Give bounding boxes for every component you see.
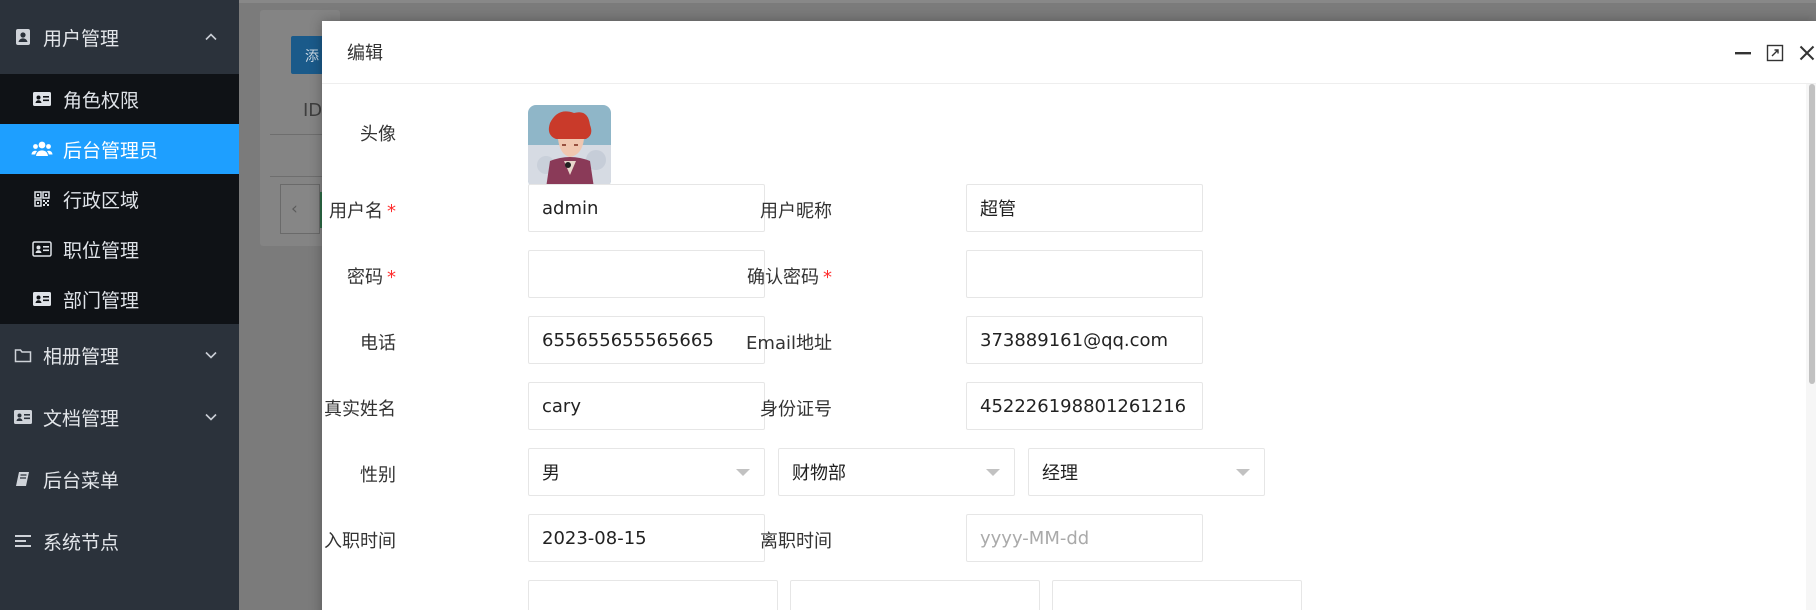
password-label: 密码 * [206,263,396,289]
sidebar-item-label: 职位管理 [63,239,140,262]
nickname-input[interactable]: 超管 [966,184,1203,232]
leave-date-input[interactable]: yyyy-MM-dd [966,514,1203,562]
folder-icon [13,345,33,365]
email-label: Email地址 [642,329,832,355]
email-input[interactable]: 373889161@qq.com [966,316,1203,364]
hire-date-label: 入职时间 [206,527,396,553]
gender-select[interactable]: 男 [528,448,765,496]
idcard-input[interactable]: 452226198801261216 [966,382,1203,430]
partial-input[interactable] [528,580,778,610]
phone-label: 电话 [206,329,396,355]
user-card-icon [13,27,33,47]
sidebar-item-positions[interactable]: 职位管理 [0,224,239,274]
department-select[interactable]: 财物部 [778,448,1015,496]
sidebar-group-label: 用户管理 [43,27,120,50]
edit-dialog: 编辑 头像 用户名 * admin 用户昵称 超管 密码 * 确认密码 * 电话… [322,21,1816,610]
avatar-label-text: 头像 [360,124,396,145]
nickname-label-text: 用户昵称 [760,201,832,222]
maximize-icon[interactable] [1766,44,1784,62]
sidebar-group-label: 相册管理 [43,345,120,368]
password-label-text: 密码 [347,267,383,288]
department-select-value: 财物部 [792,463,846,484]
chevron-up-icon [201,27,221,47]
caret-down-icon [986,469,1000,476]
partial-input[interactable] [1052,580,1302,610]
sidebar-group-label: 文档管理 [43,407,120,430]
username-label-text: 用户名 [329,201,383,222]
dialog-scrollbar[interactable] [1806,84,1816,610]
sidebar-item-label: 后台管理员 [63,139,159,162]
dialog-header: 编辑 [322,21,1816,84]
qrcode-icon [31,189,53,209]
sidebar-item-label: 部门管理 [63,289,140,312]
close-icon[interactable] [1798,44,1816,62]
confirm-password-input[interactable] [966,250,1203,298]
partial-input[interactable] [790,580,1040,610]
nickname-label: 用户昵称 [642,197,832,223]
list-icon [13,531,33,551]
background-id-header: ID [303,100,323,121]
sidebar-group-label: 系统节点 [43,531,120,554]
sidebar-item-departments[interactable]: 部门管理 [0,274,239,324]
phone-label-text: 电话 [360,333,396,354]
avatar-label: 头像 [206,120,396,146]
required-mark: * [387,267,396,288]
book-icon [13,469,33,489]
sidebar-group-user-management[interactable]: 用户管理 [0,0,239,74]
sidebar-item-label: 行政区域 [63,189,140,212]
gender-select-value: 男 [542,463,560,484]
dialog-tools [1734,21,1816,84]
sidebar-item-role-permissions[interactable]: 角色权限 [0,74,239,124]
edit-form: 头像 用户名 * admin 用户昵称 超管 密码 * 确认密码 * 电话 65… [322,84,1792,610]
dialog-title: 编辑 [347,43,383,64]
id-card-icon [31,89,53,109]
users-icon [31,139,53,159]
leave-date-label-text: 离职时间 [760,531,832,552]
sidebar-item-admins[interactable]: 后台管理员 [0,124,239,174]
avatar[interactable] [528,105,611,188]
required-mark: * [823,267,832,288]
sidebar-group-albums[interactable]: 相册管理 [0,324,239,386]
position-select-value: 经理 [1042,463,1078,484]
sidebar-group-label: 后台菜单 [43,469,120,492]
id-card-icon [13,407,33,427]
confirm-password-label-text: 确认密码 [747,267,819,288]
username-label: 用户名 * [206,197,396,223]
gender-label-text: 性别 [360,465,396,486]
sidebar-group-system-nodes[interactable]: 系统节点 [0,510,239,572]
background-top-bar [239,0,1816,3]
sidebar: 用户管理 角色权限 后台管理员 行政区域 职位管理 部门管理 相册管理 文档管理… [0,0,239,610]
caret-down-icon [1236,469,1250,476]
id-card-icon [31,239,53,259]
id-card-icon [31,289,53,309]
idcard-label: 身份证号 [642,395,832,421]
sidebar-group-admin-menu[interactable]: 后台菜单 [0,448,239,510]
caret-down-icon [736,469,750,476]
minimize-icon[interactable] [1734,44,1752,62]
realname-label-text: 真实姓名 [324,399,396,420]
gender-label: 性别 [206,461,396,487]
realname-label: 真实姓名 [206,395,396,421]
hire-date-label-text: 入职时间 [324,531,396,552]
idcard-label-text: 身份证号 [760,399,832,420]
sidebar-item-label: 角色权限 [63,89,140,112]
leave-date-label: 离职时间 [642,527,832,553]
dialog-scroll-thumb[interactable] [1809,84,1815,384]
confirm-password-label: 确认密码 * [642,263,832,289]
position-select[interactable]: 经理 [1028,448,1265,496]
email-label-text: Email地址 [746,333,832,354]
sidebar-submenu: 角色权限 后台管理员 行政区域 职位管理 部门管理 [0,74,239,324]
sidebar-group-documents[interactable]: 文档管理 [0,386,239,448]
required-mark: * [387,201,396,222]
sidebar-item-regions[interactable]: 行政区域 [0,174,239,224]
